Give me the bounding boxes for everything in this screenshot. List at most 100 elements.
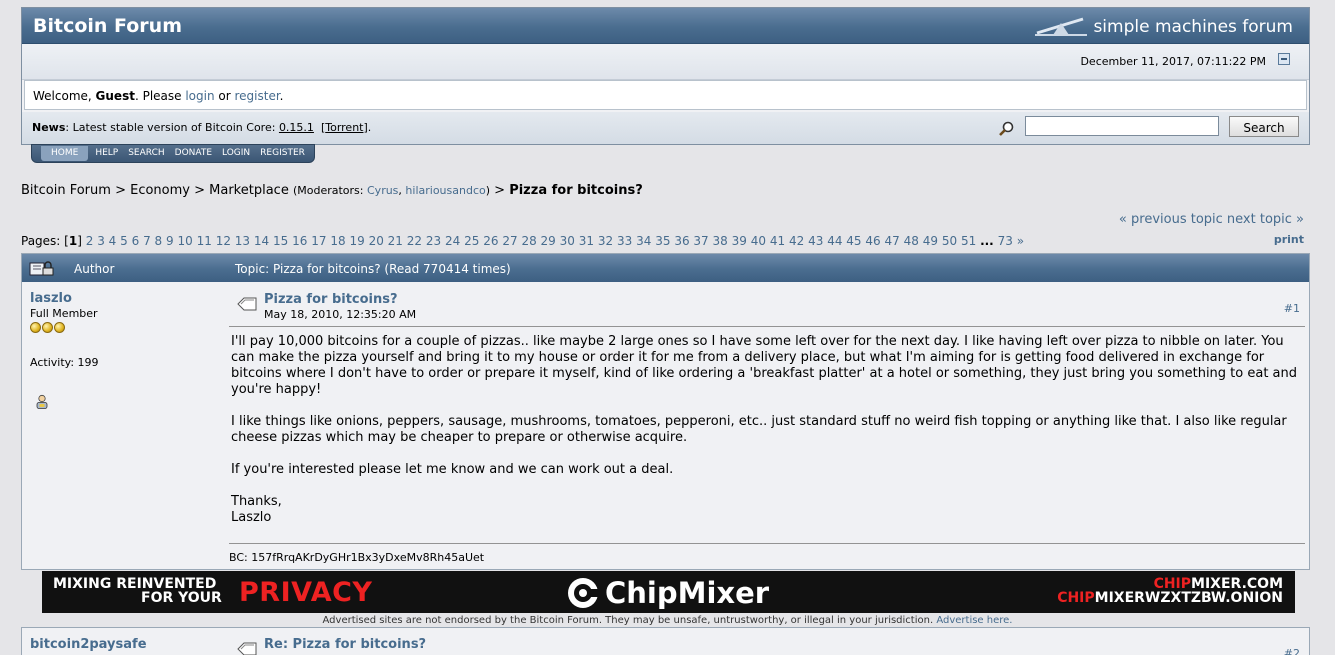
- page-link[interactable]: 45: [846, 234, 861, 248]
- page-link[interactable]: 9: [166, 234, 174, 248]
- date-row: December 11, 2017, 07:11:22 PM: [22, 44, 1309, 80]
- menu-login[interactable]: LOGIN: [217, 146, 255, 161]
- page-link[interactable]: 14: [254, 234, 269, 248]
- poster-name[interactable]: bitcoin2paysafe: [30, 637, 147, 652]
- search-input[interactable]: [1025, 116, 1219, 136]
- page-link[interactable]: 15: [273, 234, 288, 248]
- page-link[interactable]: 41: [770, 234, 785, 248]
- register-link[interactable]: register: [234, 89, 279, 103]
- page-link[interactable]: 38: [713, 234, 728, 248]
- page-link[interactable]: 37: [693, 234, 708, 248]
- page-link[interactable]: 36: [674, 234, 689, 248]
- moderator-hilariousandco[interactable]: hilariousandco: [405, 184, 485, 197]
- menu-search[interactable]: SEARCH: [123, 146, 169, 161]
- news-version-link[interactable]: 0.15.1: [279, 121, 314, 134]
- page-link[interactable]: 21: [388, 234, 403, 248]
- page-link[interactable]: 50: [942, 234, 957, 248]
- page-link[interactable]: 35: [655, 234, 670, 248]
- menu-register[interactable]: REGISTER: [255, 146, 310, 161]
- page-link[interactable]: 31: [579, 234, 594, 248]
- page-link[interactable]: 49: [923, 234, 938, 248]
- page-link[interactable]: 25: [464, 234, 479, 248]
- page-link[interactable]: 33: [617, 234, 632, 248]
- news-text: : Latest stable version of Bitcoin Core:: [65, 121, 279, 134]
- page-link[interactable]: 6: [132, 234, 140, 248]
- moderator-cyrus[interactable]: Cyrus: [367, 184, 398, 197]
- breadcrumb-marketplace[interactable]: Marketplace: [209, 183, 289, 198]
- page-link[interactable]: 47: [885, 234, 900, 248]
- post-subject[interactable]: Pizza for bitcoins?: [264, 292, 398, 307]
- profile-icon[interactable]: [34, 394, 220, 414]
- page-link[interactable]: 23: [426, 234, 441, 248]
- page-link[interactable]: 17: [311, 234, 326, 248]
- page-link[interactable]: 19: [349, 234, 364, 248]
- smf-logo[interactable]: simple machines forum: [1035, 17, 1293, 37]
- menu-home[interactable]: HOME: [41, 146, 89, 161]
- page-link[interactable]: 11: [197, 234, 212, 248]
- page-link[interactable]: 42: [789, 234, 804, 248]
- post-paragraph: If you're interested please let me know …: [231, 462, 674, 477]
- page-link[interactable]: 51: [961, 234, 976, 248]
- page-link[interactable]: 8: [155, 234, 163, 248]
- ad-tagline-line2: FOR YOUR: [141, 590, 222, 606]
- page-link[interactable]: 5: [120, 234, 128, 248]
- post-subject[interactable]: Re: Pizza for bitcoins?: [264, 637, 426, 652]
- search-button[interactable]: Search: [1229, 116, 1299, 137]
- prev-next-topic-links[interactable]: « previous topic next topic »: [1119, 212, 1304, 227]
- page-links: 2 3 4 5 6 7 8 9 10 11 12 13 14 15 16 17 …: [86, 234, 980, 248]
- moderators-prefix: (Moderators:: [292, 184, 367, 197]
- page-link[interactable]: 48: [904, 234, 919, 248]
- page-link[interactable]: 29: [541, 234, 556, 248]
- chipmixer-ad-banner[interactable]: MIXING REINVENTED FOR YOUR PRIVACY ChipM…: [42, 571, 1295, 613]
- ad-brand: ChipMixer: [566, 576, 769, 610]
- post-signature: BC: 157fRrqAKrDyGHr1Bx3yDxeMv8Rh45aUet: [229, 551, 485, 564]
- page-link[interactable]: 3: [97, 234, 105, 248]
- ad-tagline-line1: MIXING REINVENTED: [53, 576, 217, 592]
- page-last[interactable]: 73: [998, 234, 1013, 248]
- page-link[interactable]: 27: [502, 234, 517, 248]
- page-link[interactable]: 22: [407, 234, 422, 248]
- post-number[interactable]: #2: [1284, 647, 1300, 655]
- page-link[interactable]: 24: [445, 234, 460, 248]
- forum-name[interactable]: Bitcoin Forum: [33, 15, 182, 37]
- print-link[interactable]: print: [1274, 233, 1304, 246]
- login-link[interactable]: login: [185, 89, 214, 103]
- page-link[interactable]: 46: [865, 234, 880, 248]
- post-number[interactable]: #1: [1284, 302, 1300, 315]
- ad-url-com: CHIPMIXER.COM: [1154, 577, 1283, 591]
- page-link[interactable]: 44: [827, 234, 842, 248]
- page-link[interactable]: 39: [732, 234, 747, 248]
- page-link[interactable]: 12: [216, 234, 231, 248]
- page-link[interactable]: 34: [636, 234, 651, 248]
- author-column-header: Author: [74, 262, 115, 276]
- page-link[interactable]: 13: [235, 234, 250, 248]
- breadcrumb: Bitcoin Forum > Economy > Marketplace (M…: [21, 183, 643, 198]
- menu-donate[interactable]: DONATE: [170, 146, 217, 161]
- collapse-header-icon[interactable]: [1278, 53, 1290, 65]
- page-link[interactable]: 18: [330, 234, 345, 248]
- page-link[interactable]: 2: [86, 234, 94, 248]
- breadcrumb-economy[interactable]: Economy: [130, 183, 190, 198]
- page-link[interactable]: 20: [369, 234, 384, 248]
- page-link[interactable]: 4: [109, 234, 117, 248]
- page-link[interactable]: 28: [521, 234, 536, 248]
- star-icon: [54, 322, 65, 333]
- page-link[interactable]: 32: [598, 234, 613, 248]
- forum-header: Bitcoin Forum simple machines forum Dece…: [21, 7, 1310, 145]
- page-link[interactable]: 40: [751, 234, 766, 248]
- news-torrent-link[interactable]: Torrent: [325, 121, 363, 134]
- news: News: Latest stable version of Bitcoin C…: [32, 121, 371, 134]
- page-next[interactable]: »: [1017, 234, 1024, 248]
- menu-help[interactable]: HELP: [90, 146, 123, 161]
- page-link[interactable]: 43: [808, 234, 823, 248]
- breadcrumb-bitcoin-forum[interactable]: Bitcoin Forum: [21, 183, 111, 198]
- poster-name[interactable]: laszlo: [30, 291, 72, 306]
- star-icon: [30, 322, 41, 333]
- post: bitcoin2paysafe Re: Pizza for bitcoins? …: [21, 627, 1310, 655]
- advertise-here-link[interactable]: Advertise here.: [936, 615, 1012, 626]
- page-link[interactable]: 10: [177, 234, 192, 248]
- page-link[interactable]: 16: [292, 234, 307, 248]
- page-link[interactable]: 26: [483, 234, 498, 248]
- page-link[interactable]: 30: [560, 234, 575, 248]
- page-link[interactable]: 7: [143, 234, 151, 248]
